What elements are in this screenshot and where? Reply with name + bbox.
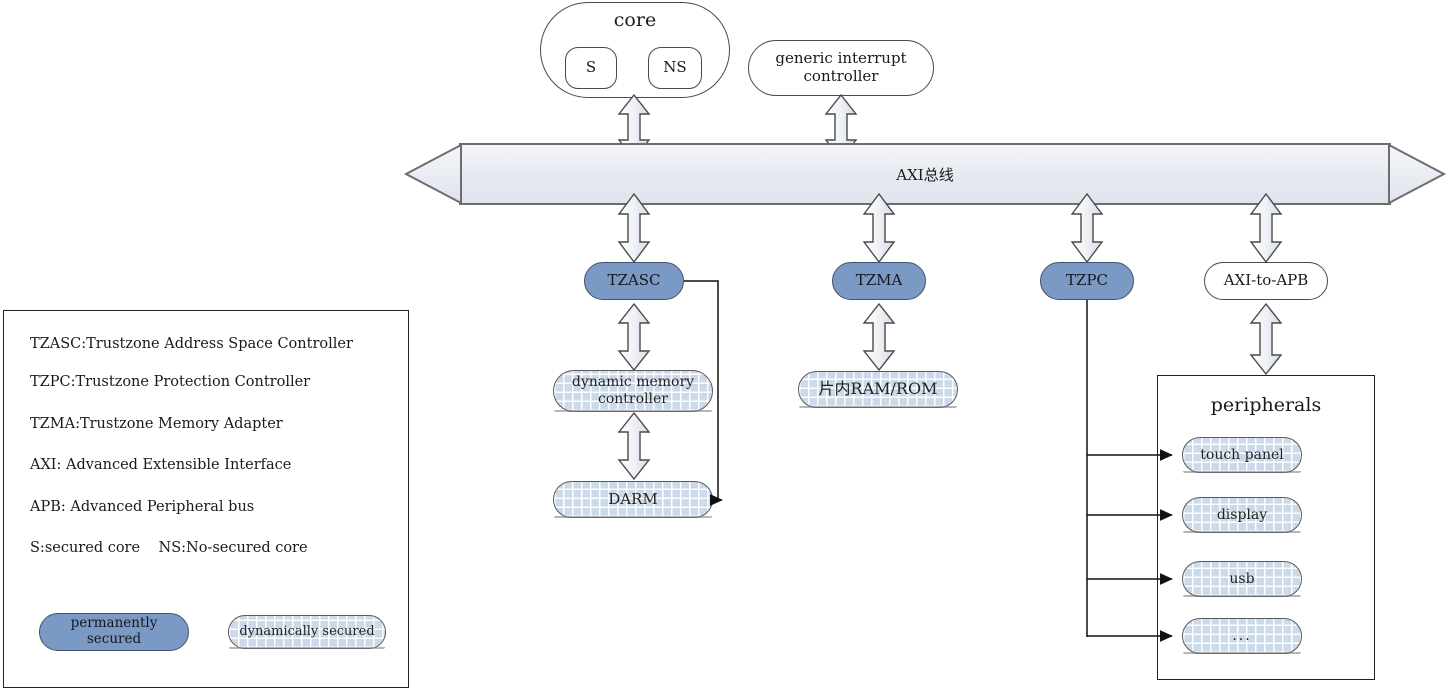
tzma-label: TZMA: [855, 271, 903, 290]
peripheral-display-label: display: [1216, 506, 1268, 523]
darm-label: DARM: [608, 489, 658, 508]
dynamic-memory-controller-block[interactable]: dynamic memory controller: [553, 370, 713, 412]
generic-interrupt-controller[interactable]: generic interrupt controller: [748, 40, 934, 96]
arrow-axi-to-apb-to-peripherals: [1248, 302, 1284, 376]
axi-bus-label-wrap: AXI总线: [404, 143, 1446, 205]
onchip-ram-rom-label: 片内RAM/ROM: [818, 379, 938, 399]
peripheral-display[interactable]: display: [1182, 497, 1302, 533]
tzasc-label: TZASC: [607, 271, 661, 290]
gic-label-line1: generic interrupt: [775, 49, 907, 68]
peripheral-touch-panel-label: touch panel: [1200, 446, 1284, 463]
peripheral-more[interactable]: ...: [1182, 618, 1302, 654]
dmc-label-line2: controller: [598, 391, 668, 407]
core-secure-label: S: [585, 58, 597, 77]
axi-to-apb-label: AXI-to-APB: [1223, 271, 1309, 290]
peripheral-usb[interactable]: usb: [1182, 561, 1302, 597]
axi-bus[interactable]: AXI总线: [403, 143, 1446, 205]
legend-line-5: APB: Advanced Peripheral bus: [30, 499, 255, 515]
axi-bus-label: AXI总线: [896, 165, 954, 184]
legend-key-permanently-secured: permanently secured: [39, 613, 189, 651]
diagram-canvas: core S NS generic interrupt controller A…: [0, 0, 1446, 689]
legend-line-6: S:secured core NS:No-secured core: [30, 540, 308, 556]
core-label: core: [613, 9, 657, 31]
arrow-tzasc-to-dmc: [616, 302, 652, 372]
legend-line-2: TZPC:Trustzone Protection Controller: [30, 374, 311, 390]
darm-block[interactable]: DARM: [553, 481, 713, 518]
legend-line-3: TZMA:Trustzone Memory Adapter: [30, 416, 283, 432]
axi-to-apb-block[interactable]: AXI-to-APB: [1204, 262, 1328, 300]
tzma-block[interactable]: TZMA: [832, 262, 926, 300]
tzpc-block[interactable]: TZPC: [1040, 262, 1134, 300]
peripheral-usb-label: usb: [1229, 570, 1255, 587]
legend-line-4: AXI: Advanced Extensible Interface: [30, 457, 292, 473]
legend-line-1: TZASC:Trustzone Address Space Controller: [30, 336, 353, 352]
dmc-label-line1: dynamic memory: [571, 374, 695, 391]
peripheral-more-label: ...: [1232, 627, 1252, 644]
legend-key-dynamically-secured: dynamically secured: [228, 615, 386, 649]
legend-key-dynamic-label: dynamically secured: [239, 624, 375, 640]
peripheral-touch-panel[interactable]: touch panel: [1182, 437, 1302, 473]
tzasc-block[interactable]: TZASC: [584, 262, 684, 300]
legend-key-permanent-line1: permanently: [70, 615, 158, 632]
peripherals-title: peripherals: [1210, 394, 1322, 416]
arrow-dmc-to-darm: [616, 411, 652, 481]
gic-label-line2: controller: [803, 67, 879, 85]
arrow-tzma-to-onchip-mem: [861, 302, 897, 372]
onchip-ram-rom-block[interactable]: 片内RAM/ROM: [798, 371, 958, 408]
tzpc-label: TZPC: [1066, 271, 1108, 290]
legend-key-permanent-line2: secured: [86, 631, 142, 647]
core-nonsecure-label: NS: [663, 58, 687, 77]
core-nonsecure-world[interactable]: NS: [648, 47, 702, 89]
core-secure-world[interactable]: S: [565, 47, 617, 89]
